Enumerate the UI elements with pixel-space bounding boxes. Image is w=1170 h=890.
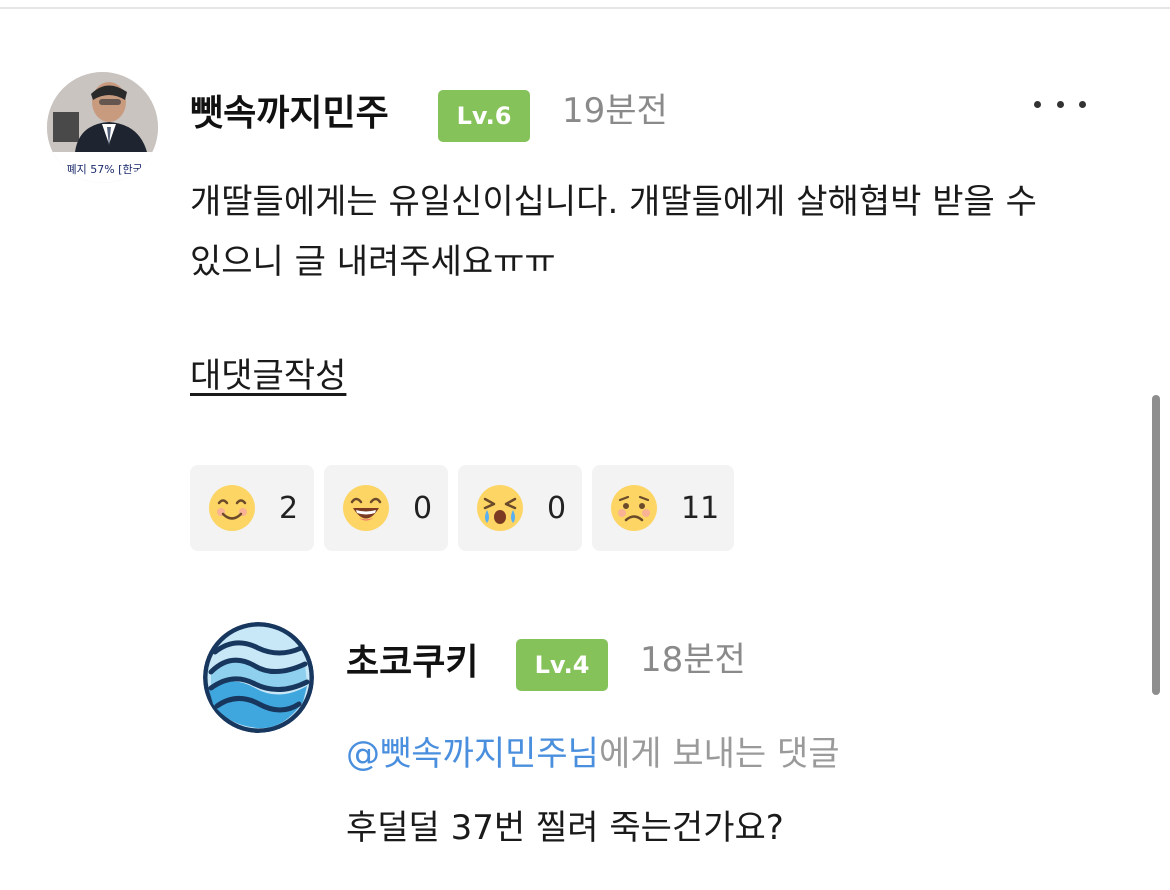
- mention-link[interactable]: @뺏속까지민주님: [346, 734, 599, 774]
- reaction-count: 2: [279, 490, 299, 526]
- timestamp: 19분전: [562, 91, 668, 131]
- reply-text: 후덜덜 37번 찔려 죽는건가요?: [346, 808, 784, 848]
- mention-suffix: 에게 보내는 댓글: [598, 734, 840, 774]
- more-options-button[interactable]: [1030, 86, 1090, 122]
- laughing-face-icon: [343, 485, 389, 531]
- avatar[interactable]: ·폐지 57% [한국: [47, 72, 158, 183]
- reaction-smile-button[interactable]: 2: [190, 465, 314, 551]
- crying-face-icon: [477, 485, 523, 531]
- divider: [0, 7, 1170, 9]
- reply-avatar[interactable]: [203, 622, 314, 733]
- reaction-laugh-button[interactable]: 0: [324, 465, 448, 551]
- comment-thread: ·폐지 57% [한국 뺏속까지민주 Lv.6 19분전 개딸들에게는 유일신이…: [0, 0, 1170, 890]
- sad-face-icon: [611, 485, 657, 531]
- reaction-count: 0: [413, 490, 433, 526]
- username[interactable]: 뺏속까지민주: [190, 96, 389, 132]
- reply-username[interactable]: 초코쿠키: [346, 645, 478, 681]
- reaction-count: 0: [547, 490, 567, 526]
- profile-photo-icon: ·폐지 57% [한국: [47, 72, 158, 183]
- avatar-caption: ·폐지 57% [한국: [63, 163, 143, 176]
- reply-timestamp: 18분전: [640, 640, 746, 680]
- more-dots-icon: [1034, 100, 1041, 108]
- level-badge: Lv.6: [438, 90, 530, 142]
- more-dots-icon: [1056, 100, 1064, 108]
- reaction-cry-button[interactable]: 0: [458, 465, 582, 551]
- scrollbar[interactable]: [1152, 395, 1160, 695]
- reaction-count: 11: [681, 490, 720, 526]
- wave-logo-icon: [203, 622, 314, 733]
- reaction-sad-button[interactable]: 11: [592, 465, 734, 551]
- comment-text: 개딸들에게는 유일신이십니다. 개딸들에게 살해협박 받을 수 있으니 글 내려…: [190, 182, 1037, 282]
- smile-face-icon: [209, 485, 255, 531]
- reply-level-badge: Lv.4: [516, 639, 608, 691]
- write-reply-link[interactable]: 대댓글작성: [190, 348, 346, 397]
- mention-line: @뺏속까지민주님에게 보내는 댓글: [346, 726, 840, 775]
- more-dots-icon: [1079, 100, 1086, 108]
- reaction-bar: 2 0 0 11: [190, 465, 744, 551]
